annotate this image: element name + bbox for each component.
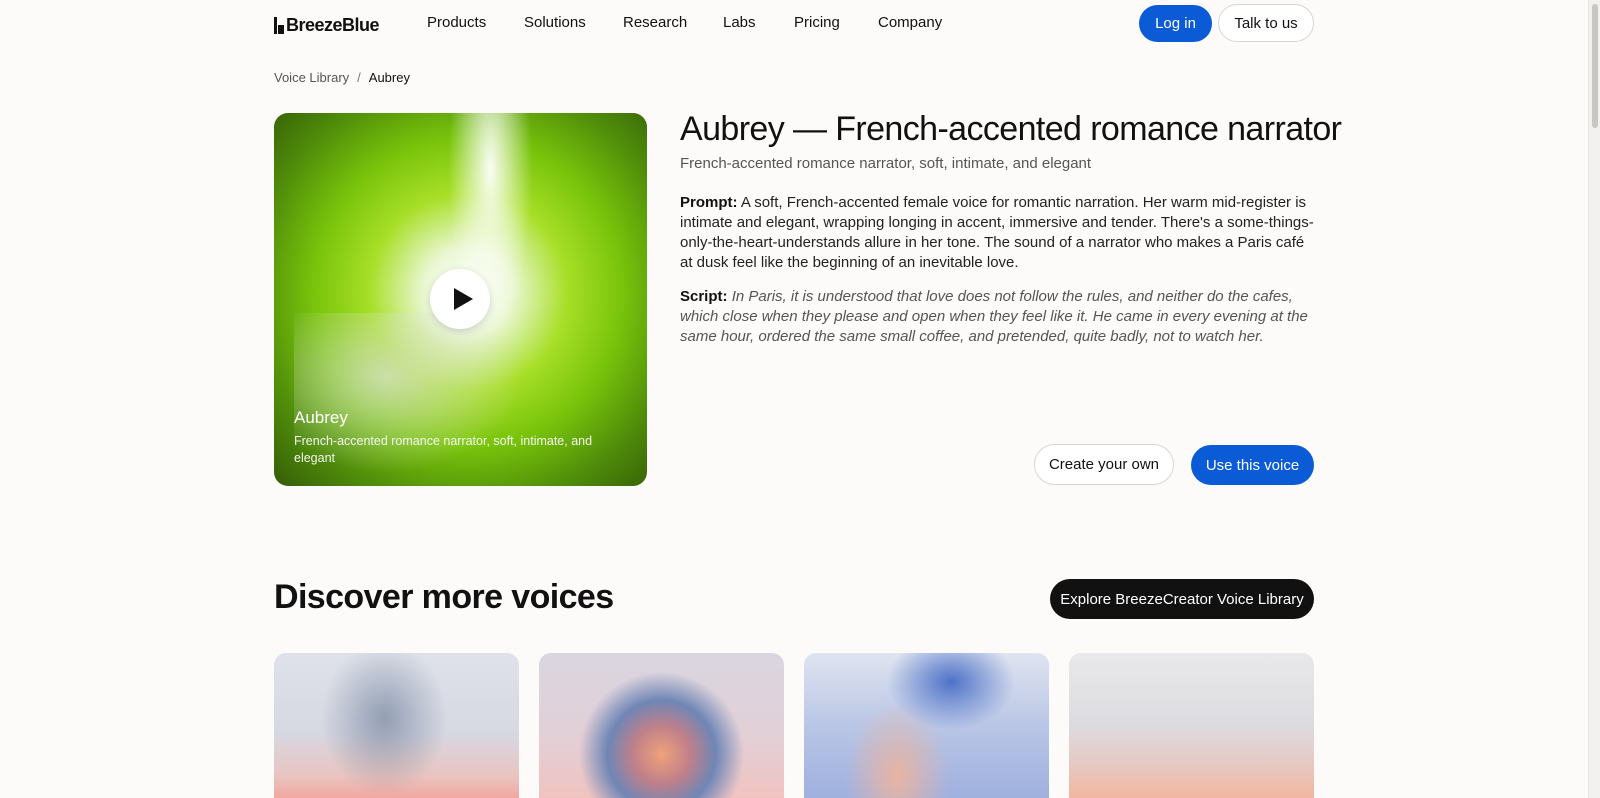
- create-your-own-button[interactable]: Create your own: [1034, 444, 1174, 485]
- discover-heading: Discover more voices: [274, 578, 614, 616]
- scrollbar-thumb[interactable]: [1592, 4, 1598, 128]
- nav-solutions[interactable]: Solutions: [524, 14, 586, 31]
- scrollbar[interactable]: [1588, 0, 1600, 798]
- voice-preview-card: Aubrey French-accented romance narrator,…: [274, 113, 647, 486]
- script-text: In Paris, it is understood that love doe…: [680, 288, 1308, 345]
- talk-to-us-button[interactable]: Talk to us: [1218, 4, 1314, 42]
- play-icon[interactable]: [430, 269, 490, 329]
- logo[interactable]: BreezeBlue: [274, 15, 380, 35]
- breadcrumb-separator: /: [357, 70, 361, 85]
- page-title: Aubrey — French-accented romance narrato…: [680, 110, 1342, 148]
- voice-subtitle: French-accented romance narrator, soft, …: [680, 155, 1092, 172]
- prompt-text: A soft, French-accented female voice for…: [680, 194, 1314, 271]
- voice-card[interactable]: [804, 653, 1049, 798]
- use-this-voice-button[interactable]: Use this voice: [1191, 445, 1314, 485]
- explore-library-button[interactable]: Explore BreezeCreator Voice Library: [1050, 579, 1314, 619]
- breadcrumb-voice-library[interactable]: Voice Library: [274, 70, 349, 85]
- nav-pricing[interactable]: Pricing: [794, 14, 840, 31]
- hero-voice-name: Aubrey: [294, 408, 348, 427]
- voice-card[interactable]: [539, 653, 784, 798]
- logo-mark-icon: [274, 16, 284, 34]
- top-nav: BreezeBlue Products Solutions Research L…: [0, 0, 1590, 46]
- voice-card[interactable]: [1069, 653, 1314, 798]
- breadcrumb-current: Aubrey: [368, 70, 410, 85]
- script-label: Script:: [680, 288, 728, 305]
- voice-prompt: Prompt: A soft, French-accented female v…: [680, 193, 1314, 273]
- nav-labs[interactable]: Labs: [723, 14, 756, 31]
- voice-card[interactable]: [274, 653, 519, 798]
- logo-text: BreezeBlue: [286, 15, 380, 35]
- nav-company[interactable]: Company: [878, 14, 942, 31]
- login-button[interactable]: Log in: [1139, 5, 1212, 42]
- voice-script: Script: In Paris, it is understood that …: [680, 287, 1314, 347]
- nav-research[interactable]: Research: [623, 14, 687, 31]
- hero-voice-subtitle: French-accented romance narrator, soft, …: [294, 434, 593, 465]
- prompt-label: Prompt:: [680, 194, 738, 211]
- nav-products[interactable]: Products: [427, 14, 486, 31]
- breadcrumb: Voice Library / Aubrey: [274, 70, 410, 85]
